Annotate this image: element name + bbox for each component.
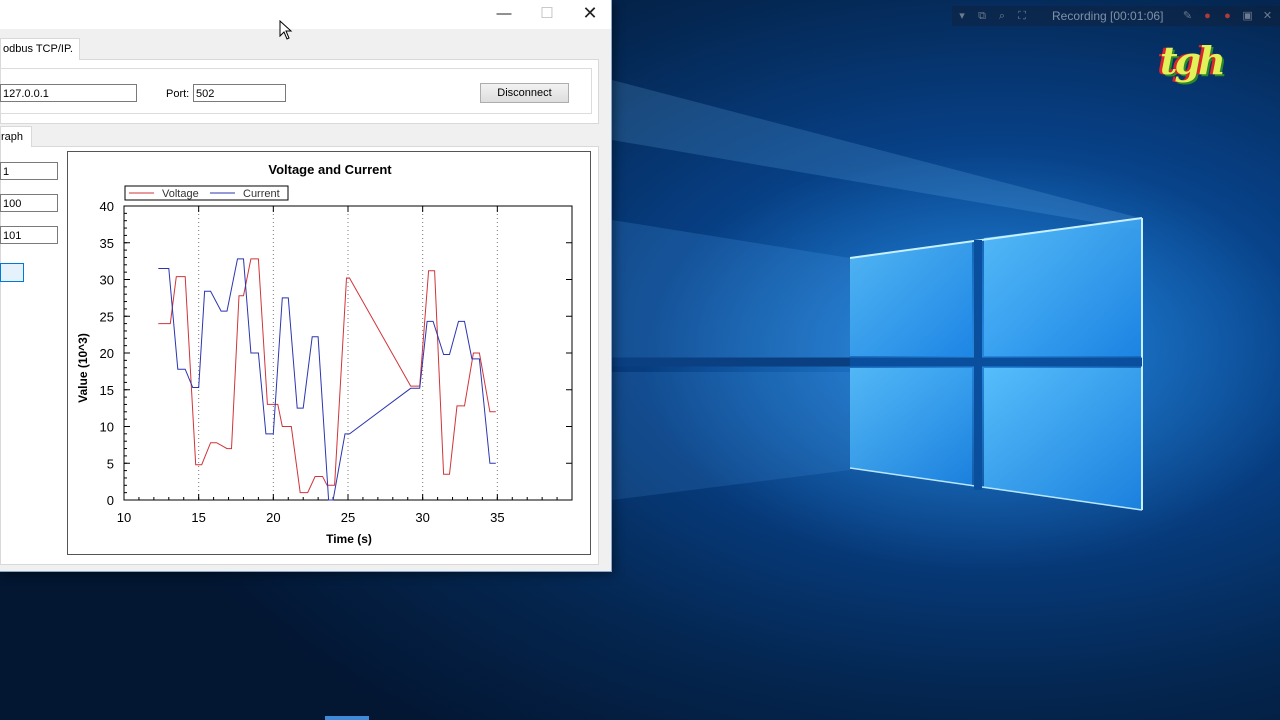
y-axis-label: Value (10^3) [76, 333, 90, 403]
y-tick-label: 40 [100, 199, 114, 214]
minimize-button[interactable]: — [482, 0, 526, 29]
recording-status: Recording [00:01:06] [1052, 9, 1164, 23]
voltage-current-chart: Voltage and Current 10 15 20 25 30 35 0 5 10 15 20… [76, 162, 573, 546]
y-tick-label: 35 [100, 236, 114, 251]
channel-logo: tgh [1160, 38, 1226, 83]
y-tick-label: 30 [100, 273, 114, 288]
disconnect-button[interactable]: Disconnect [480, 83, 569, 103]
port-label: Port: [166, 88, 190, 100]
magnifier-icon[interactable]: ⌕ [997, 11, 1007, 22]
legend-current: Current [243, 188, 280, 200]
axis-ticks: 10 15 20 25 30 35 0 5 10 15 20 25 30 35 40 [100, 199, 573, 525]
y-tick-label: 10 [100, 420, 114, 435]
maximize-button[interactable]: ☐ [525, 0, 569, 29]
x-axis-label: Time (s) [326, 532, 372, 546]
field-2-input[interactable]: 100 [0, 194, 58, 212]
record-icon[interactable]: ● [1202, 11, 1212, 22]
port-input[interactable]: 502 [193, 84, 286, 102]
x-tick-label: 10 [117, 510, 131, 525]
pen-icon[interactable]: ✎ [1182, 11, 1192, 22]
series-line-current [158, 258, 496, 501]
ip-address-input[interactable]: 127.0.0.1 [0, 84, 137, 102]
region-icon[interactable]: ⛶ [1017, 11, 1027, 22]
window-icon[interactable]: ⧉ [977, 11, 987, 22]
x-tick-label: 35 [490, 510, 504, 525]
dropdown-arrow-icon[interactable]: ▾ [957, 11, 967, 22]
x-tick-label: 30 [415, 510, 429, 525]
x-tick-label: 15 [191, 510, 205, 525]
taskbar-active-indicator [325, 716, 369, 720]
chart-grid [198, 206, 498, 500]
modbus-app-window: — ☐ ✕ odbus TCP/IP. 127.0.0.1 Port: 502 … [0, 0, 612, 572]
y-tick-label: 25 [100, 309, 114, 324]
y-tick-label: 5 [107, 456, 114, 471]
y-tick-label: 0 [107, 493, 114, 508]
chart-legend: Voltage Current [124, 185, 289, 201]
tab-graph[interactable]: raph [0, 126, 33, 147]
chart-title: Voltage and Current [268, 162, 392, 177]
close-button[interactable]: ✕ [568, 0, 612, 29]
title-bar[interactable]: — ☐ ✕ [0, 0, 611, 29]
chart-lines [158, 258, 496, 501]
y-tick-label: 15 [100, 383, 114, 398]
close-recorder-icon[interactable]: ✕ [1262, 11, 1272, 22]
series-line-voltage [158, 258, 496, 494]
field-1-input[interactable]: 1 [0, 162, 58, 180]
mouse-cursor-icon [279, 20, 293, 40]
tab-modbus-tcp[interactable]: odbus TCP/IP. [0, 38, 80, 60]
chart-frame: Voltage and Current 10 15 20 25 30 35 0 5 10 15 20… [67, 151, 591, 555]
action-button[interactable] [0, 263, 24, 282]
camera-icon[interactable]: ▣ [1242, 11, 1252, 22]
stop-icon[interactable]: ● [1222, 11, 1232, 22]
x-tick-label: 20 [266, 510, 280, 525]
recording-toolbar: ▾ ⧉ ⌕ ⛶ Recording [00:01:06] ✎ ● ● ▣ ✕ [952, 6, 1280, 26]
y-tick-label: 20 [100, 346, 114, 361]
x-tick-label: 25 [341, 510, 355, 525]
field-3-input[interactable]: 101 [0, 226, 58, 244]
legend-voltage: Voltage [162, 188, 199, 200]
